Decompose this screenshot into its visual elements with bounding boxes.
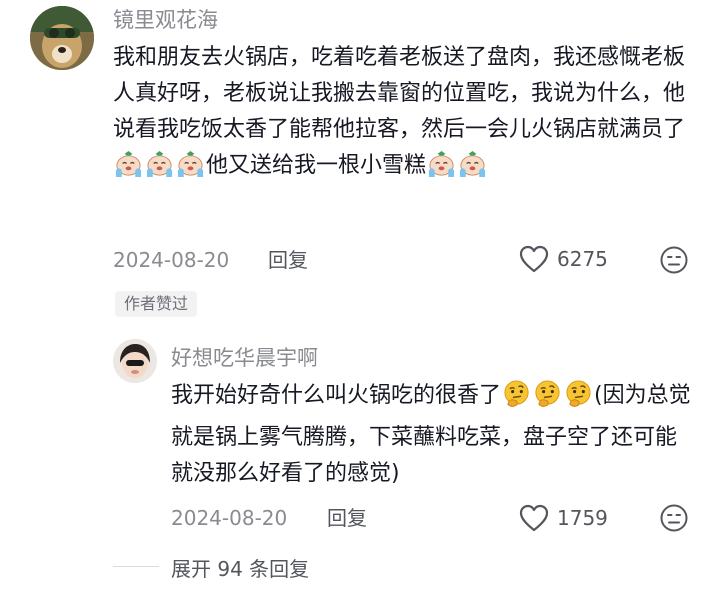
comment-emoji-group bbox=[113, 151, 206, 178]
meh-face-icon bbox=[660, 246, 688, 274]
reply-dislike-button[interactable] bbox=[659, 503, 689, 537]
reply-like-button[interactable]: 1759 bbox=[519, 504, 608, 532]
thinking-emoji bbox=[533, 379, 562, 420]
reply-like-count: 1759 bbox=[557, 506, 608, 530]
replier-avatar[interactable] bbox=[113, 339, 157, 383]
comment-emoji-group bbox=[426, 151, 488, 178]
commenter-username[interactable]: 镜里观花海 bbox=[113, 7, 218, 33]
thinking-emoji bbox=[564, 379, 593, 420]
comment-date: 2024-08-20 bbox=[113, 248, 230, 272]
expand-divider bbox=[113, 566, 159, 567]
comment-text-part: 我和朋友去火锅店，吃着吃着老板送了盘肉，我还感慨老板人真好呀，老板说让我搬去靠窗… bbox=[113, 45, 686, 142]
cry-emoji bbox=[458, 151, 487, 190]
cry-emoji bbox=[114, 151, 143, 190]
cry-emoji bbox=[145, 151, 174, 190]
reply-text-part: 我开始好奇什么叫火锅吃的很香了 bbox=[171, 383, 502, 408]
thinking-emoji bbox=[502, 379, 531, 420]
comment-like-button[interactable]: 6275 bbox=[519, 245, 608, 273]
reply-text: 我开始好奇什么叫火锅吃的很香了 (因为总觉就是锅上雾气腾腾，下菜蘸料吃菜，盘子空了… bbox=[171, 378, 691, 492]
reply-date: 2024-08-20 bbox=[171, 506, 288, 530]
comment-text-part: 他又送给我一根小雪糕 bbox=[206, 153, 427, 178]
expand-replies-button[interactable]: 展开 94 条回复 bbox=[171, 553, 309, 582]
replier-username[interactable]: 好想吃华晨宇啊 bbox=[171, 345, 318, 371]
cry-emoji bbox=[176, 151, 205, 190]
heart-icon bbox=[519, 504, 549, 532]
comment-reply-button[interactable]: 回复 bbox=[268, 248, 308, 272]
reply-reply-button[interactable]: 回复 bbox=[327, 506, 367, 530]
reply-emoji-group bbox=[501, 380, 594, 408]
commenter-avatar[interactable] bbox=[30, 6, 94, 70]
cry-emoji bbox=[427, 151, 456, 190]
comment-like-count: 6275 bbox=[557, 247, 608, 271]
meh-face-icon bbox=[660, 504, 688, 532]
author-liked-badge: 作者赞过 bbox=[115, 291, 198, 317]
heart-icon bbox=[519, 245, 549, 273]
comment-text: 我和朋友去火锅店，吃着吃着老板送了盘肉，我还感慨老板人真好呀，老板说让我搬去靠窗… bbox=[113, 40, 693, 190]
comment-dislike-button[interactable] bbox=[659, 245, 689, 279]
